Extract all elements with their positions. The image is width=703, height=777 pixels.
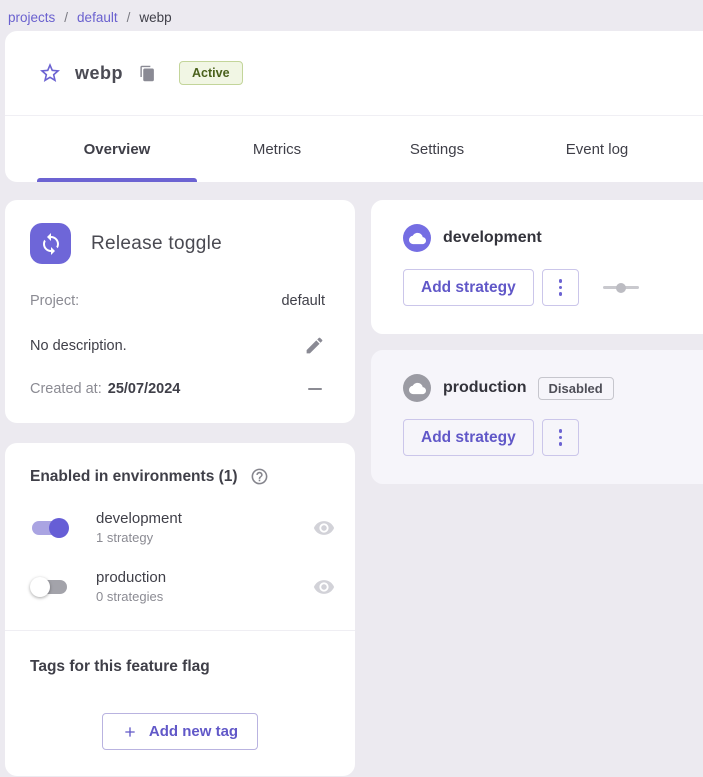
description-row: No description.	[30, 335, 325, 356]
production-cloud-icon	[403, 374, 431, 402]
production-toggle[interactable]	[30, 577, 69, 597]
add-strategy-button[interactable]: Add strategy	[403, 269, 534, 306]
tab-metrics[interactable]: Metrics	[197, 116, 357, 182]
tags-title: Tags for this feature flag	[30, 658, 330, 676]
add-new-tag-label: Add new tag	[149, 723, 238, 740]
breadcrumb: projects / default / webp	[0, 0, 703, 31]
environment-panel-development: development Add strategy	[371, 200, 703, 334]
eye-icon	[313, 517, 335, 539]
development-cloud-icon	[403, 224, 431, 252]
enabled-environments-section: Enabled in environments (1) development …	[5, 443, 355, 630]
description-text: No description.	[30, 338, 127, 354]
flag-type-row: Release toggle	[30, 223, 325, 264]
toggle-thumb	[49, 518, 69, 538]
environment-texts: production 0 strategies	[96, 569, 166, 604]
release-toggle-icon	[30, 223, 71, 264]
favorite-button[interactable]	[37, 60, 63, 86]
panel-actions: Add strategy	[403, 269, 687, 306]
main-content: Release toggle Project: default No descr…	[5, 200, 703, 776]
toggle-thumb	[30, 577, 50, 597]
dots-vertical-icon	[559, 429, 563, 433]
dash-icon	[308, 388, 322, 391]
created-value: 25/07/2024	[108, 381, 181, 397]
feature-header-row: webp Active	[5, 31, 703, 115]
tab-settings[interactable]: Settings	[357, 116, 517, 182]
collapse-button[interactable]	[308, 388, 325, 391]
dots-vertical-icon	[559, 279, 563, 283]
copy-name-button[interactable]	[137, 63, 157, 83]
project-value: default	[281, 293, 325, 309]
panel-header: development	[403, 224, 687, 252]
star-icon	[38, 61, 62, 85]
project-row: Project: default	[30, 293, 325, 309]
drag-handle-icon	[603, 283, 639, 293]
feature-header-card: webp Active Overview Metrics Settings Ev…	[5, 31, 703, 182]
environment-texts: development 1 strategy	[96, 510, 182, 545]
tags-section: Tags for this feature flag Add new tag	[5, 631, 355, 776]
panel-actions: Add strategy	[403, 419, 687, 456]
more-actions-button[interactable]	[542, 419, 579, 456]
edit-description-button[interactable]	[304, 335, 325, 356]
left-column: Release toggle Project: default No descr…	[5, 200, 355, 776]
status-badge: Active	[179, 61, 243, 85]
created-text: Created at: 25/07/2024	[30, 381, 180, 397]
created-row: Created at: 25/07/2024	[30, 381, 325, 397]
tab-bar: Overview Metrics Settings Event log	[5, 115, 703, 182]
environments-card: Enabled in environments (1) development …	[5, 443, 355, 776]
flag-type-label: Release toggle	[91, 233, 222, 255]
environment-row-production: production 0 strategies	[30, 569, 335, 604]
page-title: webp	[75, 63, 123, 84]
more-actions-button[interactable]	[542, 269, 579, 306]
tab-overview[interactable]: Overview	[37, 116, 197, 182]
environment-strategy-count: 0 strategies	[96, 589, 166, 604]
pencil-icon	[304, 335, 325, 356]
tab-event-log[interactable]: Event log	[517, 116, 677, 182]
breadcrumb-projects[interactable]: projects	[8, 10, 55, 25]
eye-icon	[313, 576, 335, 598]
environment-name: development	[96, 510, 182, 527]
project-label: Project:	[30, 293, 79, 309]
environment-strategy-count: 1 strategy	[96, 530, 182, 545]
environment-row-development: development 1 strategy	[30, 510, 335, 545]
right-column: development Add strategy production	[371, 200, 703, 484]
help-icon[interactable]	[250, 467, 269, 486]
enabled-environments-title: Enabled in environments (1)	[30, 468, 238, 486]
flag-details-card: Release toggle Project: default No descr…	[5, 200, 355, 423]
breadcrumb-default[interactable]: default	[77, 10, 118, 25]
visibility-button[interactable]	[313, 576, 335, 598]
add-strategy-button[interactable]: Add strategy	[403, 419, 534, 456]
panel-header: production Disabled	[403, 374, 687, 402]
plus-icon	[122, 724, 138, 740]
breadcrumb-separator: /	[127, 10, 131, 25]
created-label: Created at:	[30, 381, 102, 397]
add-new-tag-button[interactable]: Add new tag	[102, 713, 258, 750]
disabled-badge: Disabled	[538, 377, 614, 400]
panel-environment-name: production	[443, 379, 527, 397]
breadcrumb-separator: /	[64, 10, 68, 25]
development-toggle[interactable]	[30, 518, 69, 538]
panel-environment-name: development	[443, 229, 542, 247]
environment-panel-production: production Disabled Add strategy	[371, 350, 703, 484]
copy-icon	[139, 65, 156, 82]
breadcrumb-current: webp	[139, 10, 171, 25]
visibility-button[interactable]	[313, 517, 335, 539]
environment-name: production	[96, 569, 166, 586]
enabled-environments-header: Enabled in environments (1)	[30, 467, 335, 486]
